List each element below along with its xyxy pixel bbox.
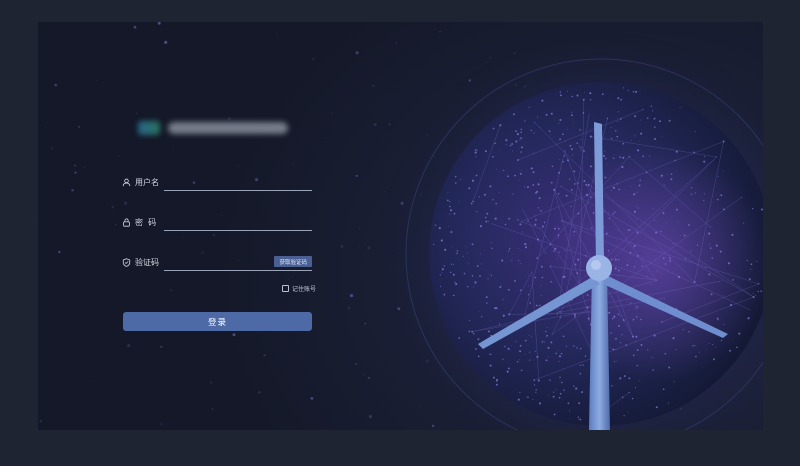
turbine-tower (589, 270, 610, 430)
wind-turbine-globe-illustration (379, 32, 763, 430)
turbine-hub-highlight (591, 260, 601, 270)
login-page: 用户名 密 码 验证码 获取验证码 记住账号 登录 (38, 22, 763, 430)
